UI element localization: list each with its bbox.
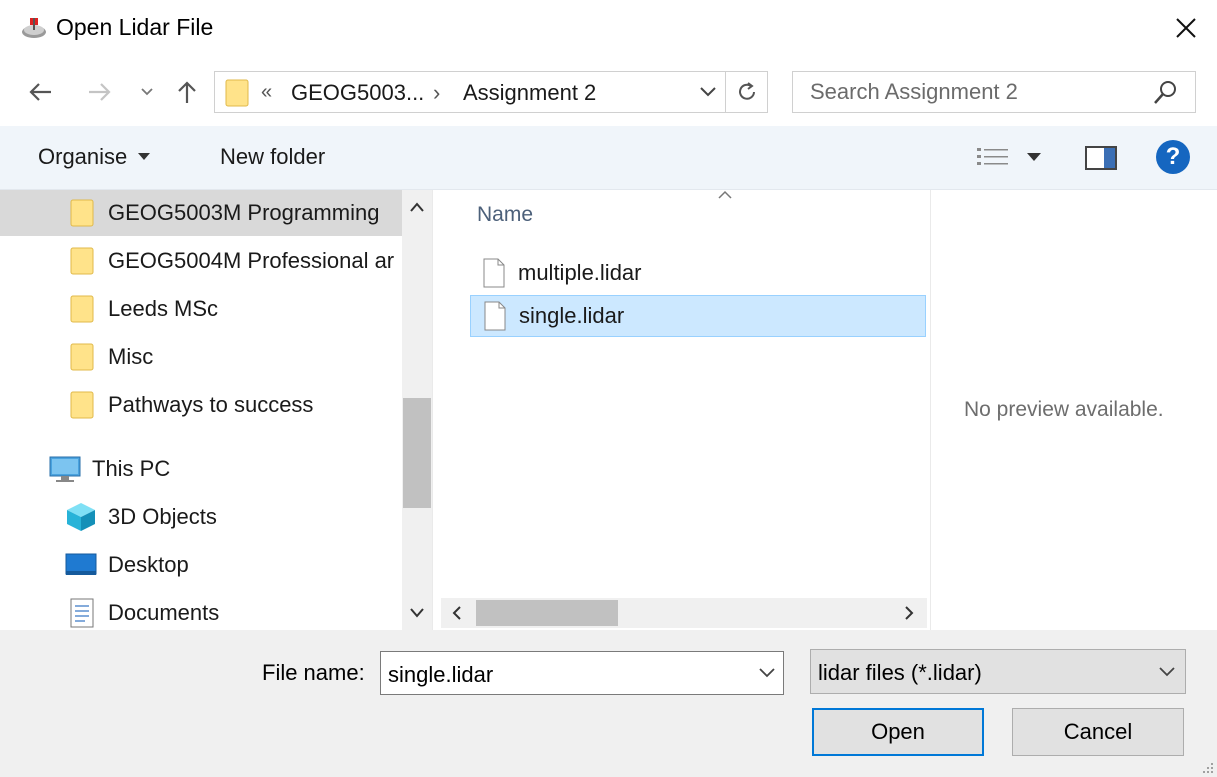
preview-pane-icon (1085, 146, 1117, 170)
close-button[interactable] (1160, 6, 1212, 50)
scroll-right-arrow-icon[interactable] (902, 604, 916, 627)
nav-item-misc[interactable]: Misc (0, 334, 402, 380)
app-icon (20, 16, 48, 40)
nav-item-label: GEOG5004M Professional ar (108, 248, 395, 273)
nav-item-3d-objects[interactable]: 3D Objects (0, 494, 402, 540)
file-name-value[interactable]: single.lidar (388, 662, 493, 688)
nav-pane-scroll-thumb[interactable] (403, 398, 431, 508)
breadcrumb-geog5003[interactable]: GEOG5003... (291, 80, 424, 106)
resize-grip-icon[interactable] (1196, 756, 1216, 776)
nav-item-geog5004m[interactable]: GEOG5004M Professional ar (0, 238, 402, 284)
view-dropdown-button[interactable] (1026, 150, 1042, 168)
cancel-button[interactable]: Cancel (1012, 708, 1184, 756)
forward-arrow-icon (89, 83, 111, 101)
chevron-down-icon (700, 87, 716, 97)
caret-down-icon (138, 153, 151, 160)
address-bar[interactable]: « GEOG5003... › Assignment 2 (214, 71, 726, 113)
chevron-down-icon (1159, 667, 1175, 677)
nav-item-label: Documents (108, 600, 220, 625)
refresh-icon (738, 82, 755, 100)
nav-item-leeds-msc[interactable]: Leeds MSc (0, 286, 402, 332)
view-options-button[interactable] (976, 146, 1010, 175)
documents-icon (68, 597, 96, 629)
nav-item-desktop[interactable]: Desktop (0, 542, 402, 588)
address-overflow[interactable]: « (261, 81, 272, 104)
nav-item-label: Leeds MSc (108, 296, 219, 321)
nav-item-label: Misc (108, 344, 154, 369)
folder-icon (70, 198, 94, 228)
nav-item-documents[interactable]: Documents (0, 590, 402, 630)
computer-icon (48, 454, 82, 484)
breadcrumb-assignment-2[interactable]: Assignment 2 (463, 80, 596, 106)
sort-ascending-icon (716, 188, 734, 206)
file-name-dropdown-button[interactable] (752, 652, 782, 694)
file-name-label: File name: (262, 660, 365, 685)
window-title: Open Lidar File (56, 14, 214, 40)
search-placeholder: Search Assignment 2 (810, 79, 1018, 104)
organise-label: Organise (38, 144, 128, 169)
nav-item-pathways[interactable]: Pathways to success (0, 382, 402, 428)
nav-item-label: Pathways to success (108, 392, 314, 417)
scroll-down-arrow-icon[interactable] (408, 606, 426, 625)
folder-icon (70, 390, 94, 420)
address-dropdown-button[interactable] (690, 71, 726, 113)
file-row-multiple-lidar[interactable]: multiple.lidar (470, 252, 926, 294)
file-icon (483, 301, 507, 331)
pane-splitter[interactable] (432, 190, 440, 630)
file-type-dropdown-button[interactable] (1152, 652, 1182, 692)
up-arrow-icon (178, 81, 196, 103)
file-name: multiple.lidar (518, 260, 642, 285)
forward-button[interactable] (82, 74, 118, 110)
file-row-single-lidar[interactable]: single.lidar (470, 295, 926, 337)
open-button[interactable]: Open (812, 708, 984, 756)
scroll-up-arrow-icon[interactable] (408, 200, 426, 219)
nav-item-label: Desktop (108, 552, 189, 577)
nav-item-label: GEOG5003M Programming (108, 200, 380, 225)
refresh-button[interactable] (726, 71, 768, 113)
caret-down-icon (1027, 153, 1041, 161)
folder-icon (70, 246, 94, 276)
breadcrumb-separator: › (433, 80, 441, 105)
horizontal-scroll-thumb[interactable] (476, 600, 618, 626)
preview-message: No preview available. (964, 398, 1164, 421)
folder-icon (225, 78, 249, 113)
up-button[interactable] (170, 74, 204, 110)
organise-menu-button[interactable]: Organise (38, 144, 151, 170)
file-type-value[interactable]: lidar files (*.lidar) (818, 660, 982, 686)
file-icon (482, 258, 506, 288)
column-header-name[interactable]: Name (477, 203, 533, 227)
folder-icon (70, 342, 94, 372)
details-view-icon (977, 148, 1008, 165)
recent-locations-button[interactable] (136, 74, 158, 110)
folder-icon (70, 294, 94, 324)
close-icon (1176, 18, 1196, 38)
search-icon[interactable] (1150, 78, 1180, 108)
chevron-down-icon (141, 88, 153, 96)
back-button[interactable] (22, 74, 58, 110)
nav-item-this-pc[interactable]: This PC (0, 446, 402, 492)
cube-icon (64, 501, 98, 533)
navigation-pane: GEOG5003M Programming GEOG5004M Professi… (0, 190, 402, 630)
help-icon: ? (1165, 143, 1181, 170)
nav-item-geog5003m[interactable]: GEOG5003M Programming (0, 190, 402, 236)
back-arrow-icon (29, 83, 51, 101)
preview-pane-button[interactable] (1084, 144, 1118, 177)
nav-item-label: This PC (92, 456, 171, 481)
help-button[interactable]: ? (1156, 140, 1190, 174)
desktop-icon (64, 550, 98, 580)
scroll-left-arrow-icon[interactable] (450, 604, 464, 627)
nav-item-label: 3D Objects (108, 504, 217, 529)
file-name: single.lidar (519, 303, 625, 328)
chevron-down-icon (759, 668, 775, 678)
new-folder-button[interactable]: New folder (220, 144, 325, 170)
